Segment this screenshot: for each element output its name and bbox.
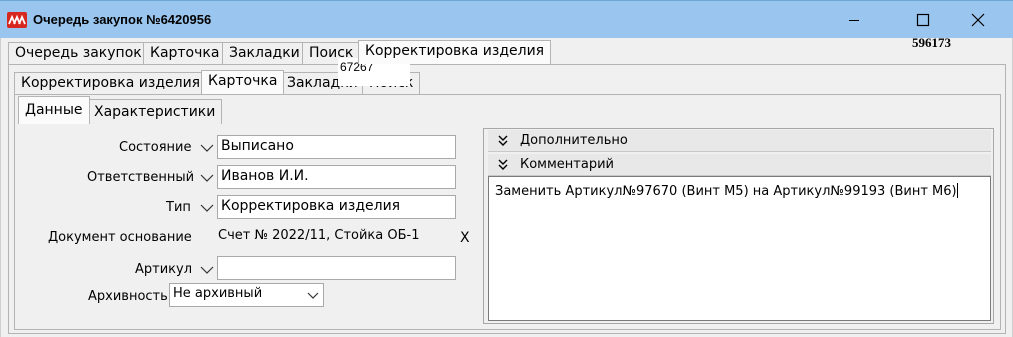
comment-section-header[interactable]: Комментарий: [488, 154, 991, 176]
tab-label: Карточка: [150, 45, 220, 61]
additional-section-header[interactable]: Дополнительно: [488, 130, 991, 152]
tab-card[interactable]: Карточка: [143, 42, 227, 64]
app-logo-icon: [7, 12, 27, 28]
comment-section-label: Комментарий: [520, 157, 614, 172]
state-field[interactable]: Выписано: [217, 135, 456, 159]
tab-characteristics[interactable]: Характеристики: [87, 99, 223, 124]
basis-document-label: Документ основание: [48, 230, 192, 245]
close-button[interactable]: [955, 1, 1001, 39]
maximize-button[interactable]: [900, 1, 946, 39]
archive-label: Архивность: [88, 289, 168, 304]
archive-select-value: Не архивный: [173, 286, 263, 301]
tab-label: Корректировка изделия: [21, 75, 201, 91]
responsible-label: Ответственный: [87, 170, 195, 185]
double-chevron-down-icon: [498, 159, 508, 170]
tab-label: Очередь закупок: [15, 45, 142, 61]
tab-inner-product-correction[interactable]: Корректировка изделия: [14, 72, 208, 94]
tab-bookmarks[interactable]: Закладки: [222, 42, 307, 64]
text-caret: [956, 183, 958, 198]
responsible-dropdown-icon[interactable]: [199, 171, 215, 185]
article-label: Артикул: [135, 262, 193, 277]
chevron-down-icon: [307, 292, 319, 299]
basis-document-value: Счет № 2022/11, Стойка ОБ-1: [218, 228, 420, 243]
tab-label: Корректировка изделия: [365, 43, 545, 59]
document-number: 596173: [912, 35, 951, 50]
tab-label: Данные: [25, 102, 83, 118]
clear-basis-button[interactable]: X: [460, 230, 470, 246]
article-field[interactable]: [217, 256, 456, 280]
window-title: Очередь закупок №6420956: [33, 12, 212, 27]
tab-label: Закладки: [229, 45, 300, 61]
type-field[interactable]: Корректировка изделия: [217, 195, 456, 219]
state-dropdown-icon[interactable]: [199, 141, 215, 155]
maximize-icon: [916, 13, 930, 27]
tab-data[interactable]: Данные: [18, 96, 90, 124]
tab-queue[interactable]: Очередь закупок: [8, 42, 149, 64]
title-bar: Очередь закупок №6420956: [0, 0, 1013, 38]
responsible-field[interactable]: Иванов И.И.: [217, 165, 456, 189]
tab-label: Карточка: [208, 73, 278, 89]
type-dropdown-icon[interactable]: [199, 201, 215, 215]
additional-section-label: Дополнительно: [520, 133, 628, 148]
tab-product-correction[interactable]: Корректировка изделия: [358, 40, 552, 64]
double-chevron-down-icon: [498, 135, 508, 146]
tab-label: Характеристики: [94, 104, 216, 120]
archive-select[interactable]: Не архивный: [169, 283, 324, 307]
minimize-button[interactable]: [831, 1, 877, 39]
close-icon: [971, 13, 985, 27]
details-panel: Дополнительно Комментарий Заменить Артик…: [483, 128, 994, 324]
tab-inner-card[interactable]: Карточка: [201, 70, 285, 94]
state-label: Состояние: [119, 140, 192, 155]
comment-text: Заменить Артикул№97670 (Винт М5) на Арти…: [495, 184, 957, 199]
article-dropdown-icon[interactable]: [199, 263, 215, 277]
minimize-icon: [849, 20, 859, 21]
type-label: Тип: [166, 200, 191, 215]
comment-textarea[interactable]: Заменить Артикул№97670 (Винт М5) на Арти…: [488, 176, 991, 321]
